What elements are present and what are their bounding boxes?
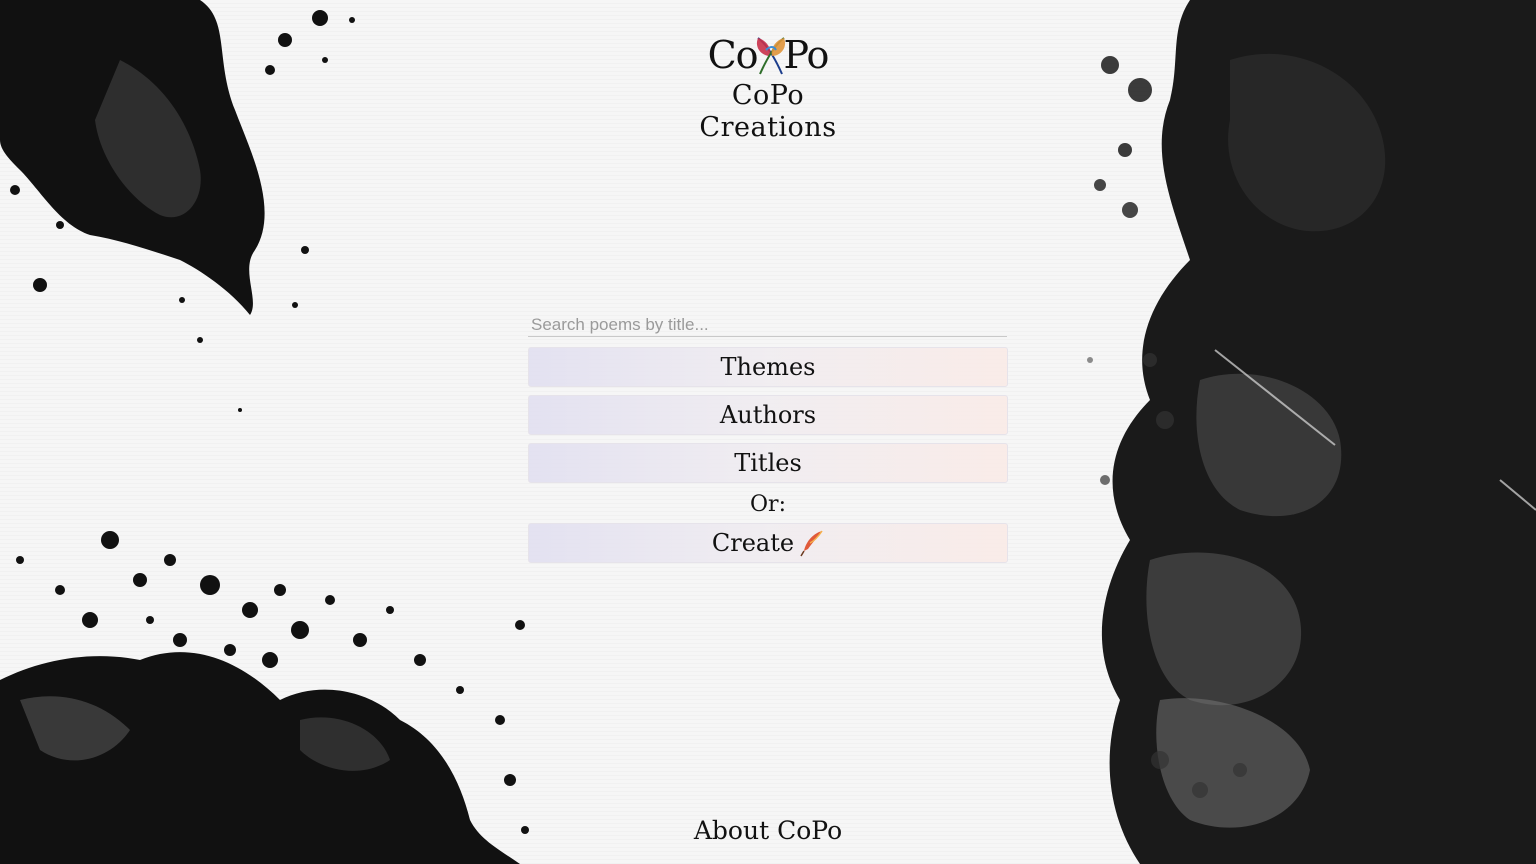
- create-button[interactable]: Create: [528, 523, 1008, 563]
- themes-button-label: Themes: [720, 353, 816, 381]
- search-input[interactable]: [528, 314, 1007, 337]
- about-link[interactable]: About CoPo: [668, 816, 868, 845]
- create-button-label: Create: [711, 529, 795, 557]
- main-content: Co Po CoPo Creations Themes Authors Titl…: [0, 0, 1536, 864]
- quill-icon: [800, 530, 823, 557]
- site-title: CoPo Creations: [699, 80, 837, 143]
- brand-logo[interactable]: Co Po CoPo Creations: [668, 32, 868, 143]
- authors-button[interactable]: Authors: [528, 395, 1008, 435]
- logo-mark: Co Po: [668, 32, 868, 78]
- or-separator: Or:: [750, 492, 786, 517]
- authors-button-label: Authors: [719, 401, 817, 429]
- logo-text-left: Co: [707, 33, 759, 77]
- themes-button[interactable]: Themes: [528, 347, 1008, 387]
- titles-button-label: Titles: [734, 449, 802, 477]
- titles-button[interactable]: Titles: [528, 443, 1008, 483]
- logo-text-right: Po: [783, 33, 830, 77]
